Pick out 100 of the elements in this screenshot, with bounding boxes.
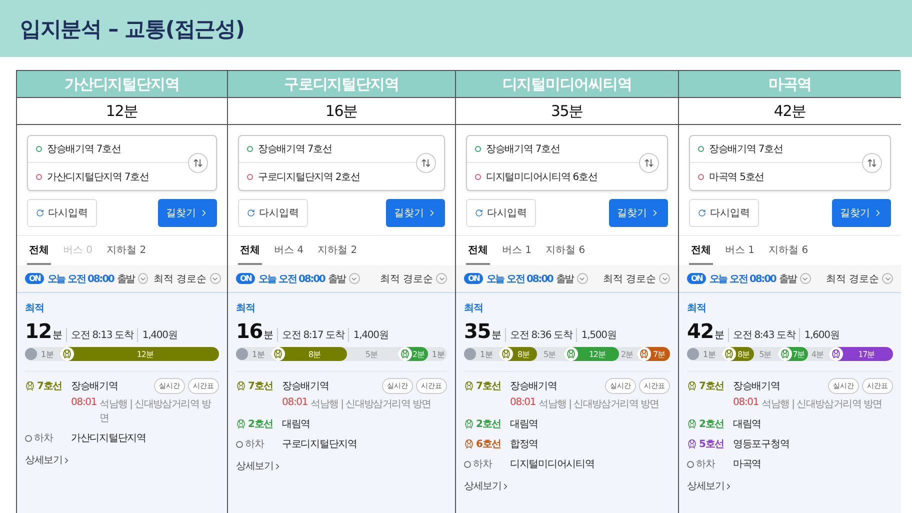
search-button[interactable]: 길찾기: [609, 199, 668, 227]
origin-text[interactable]: 장승배기역 7호선: [258, 142, 332, 156]
destination-text[interactable]: 구로디지털단지역 2호선: [258, 170, 360, 184]
reset-button[interactable]: 다시입력: [466, 199, 536, 227]
circle-icon: [475, 174, 481, 180]
swap-icon: [193, 158, 203, 168]
tab[interactable]: 지하철 2: [316, 236, 360, 265]
origin-text[interactable]: 장승배기역 7호선: [486, 142, 560, 156]
station-name: 대림역: [733, 418, 762, 431]
origin-text[interactable]: 장승배기역 7호선: [47, 142, 121, 156]
destination-text[interactable]: 가산디지털단지역 7호선: [47, 170, 149, 184]
tab[interactable]: 지하철 2: [104, 236, 148, 265]
travel-time-cell: 16분: [228, 98, 456, 125]
tab[interactable]: 버스 1: [500, 236, 534, 265]
direction-text: 석남행 | 신대방삼거리역 방면: [762, 398, 882, 411]
circle-icon: [698, 146, 704, 152]
departure-time: 오늘 오전 08:00: [709, 272, 776, 286]
page-title: 입지분석 – 교통(접근성): [20, 16, 244, 42]
tab[interactable]: 버스 4: [272, 236, 306, 265]
refresh-icon: [36, 209, 44, 217]
circle-icon: [236, 440, 243, 448]
transfer-time: 5분: [758, 348, 772, 360]
refresh-icon: [247, 209, 255, 217]
departure-time: 오늘 오전 08:00: [486, 272, 553, 286]
arrival-text: 오전 8:43 도착: [728, 328, 796, 342]
duration-value: 42: [687, 319, 714, 343]
walk-icon: [236, 348, 248, 360]
column-header: 가산디지털단지역: [17, 71, 228, 98]
departure-time: 08:01: [71, 397, 97, 410]
circle-icon: [36, 146, 42, 152]
best-tag: 최적: [464, 301, 670, 315]
destination-text[interactable]: 디지털미디어시티역 6호선: [486, 170, 598, 184]
search-button[interactable]: 길찾기: [158, 199, 217, 227]
segment-label: 12분: [588, 348, 606, 360]
exit-label: 하차: [245, 438, 264, 451]
tab[interactable]: 지하철 6: [544, 236, 588, 265]
dropdown-icon: [210, 273, 221, 284]
station-name: 가산디지털단지역: [71, 432, 147, 445]
reset-button[interactable]: 다시입력: [27, 199, 97, 227]
search-button[interactable]: 길찾기: [832, 199, 891, 227]
sort-dropdown[interactable]: 최적 경로순: [602, 272, 670, 286]
sort-dropdown[interactable]: 최적 경로순: [154, 272, 221, 286]
segment-label: 8분: [516, 348, 530, 360]
segment-label: 8분: [736, 348, 750, 360]
station-name: 디지털미디어시티역: [510, 458, 596, 471]
swap-button[interactable]: [639, 153, 659, 173]
fare-text: 1,600원: [799, 328, 840, 342]
origin-text[interactable]: 장승배기역 7호선: [709, 142, 783, 156]
on-badge[interactable]: ON: [25, 273, 44, 284]
fare-text: 1,400원: [137, 328, 178, 342]
departure-label: 출발: [556, 272, 574, 286]
best-tag: 최적: [236, 301, 447, 315]
line-label: 7호선: [248, 380, 274, 393]
line-label: 7호선: [37, 380, 62, 393]
line-label: 7호선: [699, 380, 724, 393]
direction-text: 석남행 | 신대방삼거리역 방면: [310, 398, 431, 411]
duration-unit: 분: [52, 329, 62, 342]
fare-text: 1,400원: [348, 328, 388, 342]
swap-button[interactable]: [416, 153, 436, 173]
arrival-text: 오전 8:36 도착: [504, 328, 572, 342]
circle-icon: [475, 146, 481, 152]
walk-time: 1분: [251, 348, 266, 360]
duration-value: 16: [236, 319, 263, 343]
tab[interactable]: 지하철 6: [766, 236, 810, 265]
circle-icon: [687, 460, 694, 468]
circle-icon: [36, 174, 42, 180]
on-badge[interactable]: ON: [236, 273, 256, 284]
details-link[interactable]: 상세보기: [687, 479, 893, 493]
reset-button[interactable]: 다시입력: [689, 199, 759, 227]
column-header: 구로디지털단지역: [228, 71, 456, 98]
search-button[interactable]: 길찾기: [386, 199, 445, 227]
details-link[interactable]: 상세보기: [236, 459, 447, 473]
duration-unit: 분: [264, 329, 273, 342]
travel-time-cell: 12분: [17, 98, 228, 125]
line-label: 2호선: [476, 418, 502, 431]
swap-icon: [421, 158, 431, 168]
walk-time: 1분: [479, 348, 494, 360]
sort-dropdown[interactable]: 최적 경로순: [826, 272, 893, 286]
departure-time: 오늘 오전 08:00: [258, 272, 325, 286]
travel-time-cell: 42분: [679, 98, 901, 125]
duration-value: 35: [464, 319, 491, 343]
dropdown-icon: [882, 273, 893, 284]
station-name: 대림역: [282, 418, 312, 431]
circle-icon: [698, 174, 704, 180]
swap-button[interactable]: [188, 153, 208, 173]
details-link[interactable]: 상세보기: [464, 479, 670, 493]
details-link[interactable]: 상세보기: [25, 453, 219, 467]
swap-button[interactable]: [862, 153, 882, 173]
destination-text[interactable]: 마곡역 5호선: [709, 170, 764, 184]
tab[interactable]: 버스 1: [723, 236, 757, 265]
on-badge[interactable]: ON: [687, 273, 706, 284]
duration-unit: 분: [492, 329, 501, 342]
sort-dropdown[interactable]: 최적 경로순: [380, 272, 447, 286]
reset-button[interactable]: 다시입력: [238, 199, 308, 227]
on-badge[interactable]: ON: [464, 273, 484, 284]
arrival-text: 오전 8:13 도착: [66, 328, 134, 342]
transfer-time: 4분: [810, 348, 824, 360]
line-label: 2호선: [699, 418, 724, 431]
station-name: 구로디지털단지역: [282, 438, 358, 451]
departure-label: 출발: [328, 272, 346, 286]
